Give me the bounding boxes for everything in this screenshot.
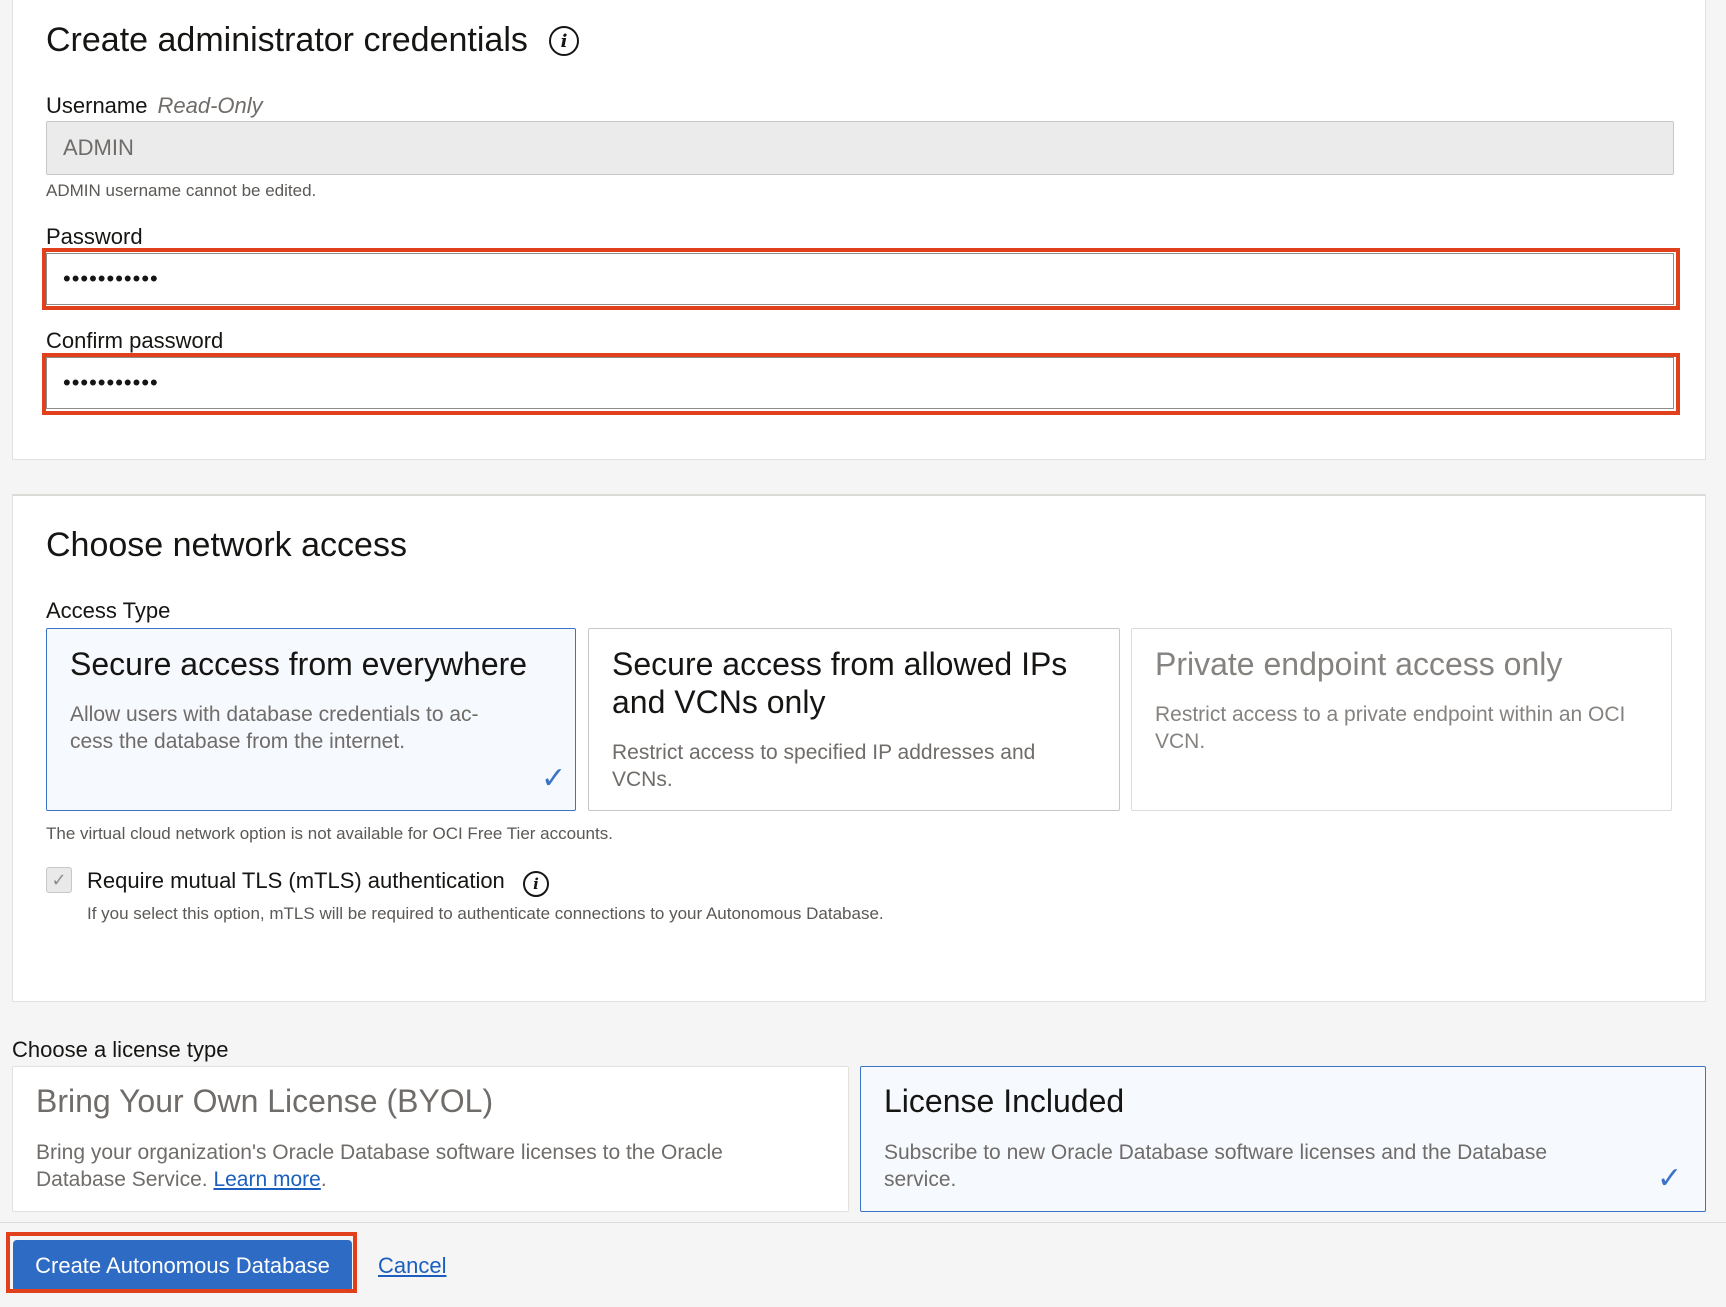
access-type-label: Access Type [46, 598, 171, 623]
admin-credentials-panel: Create administrator credentials i Usern… [12, 0, 1706, 460]
readonly-tag: Read-Only [157, 93, 263, 118]
access-option-description: Restrict access to specified IP addresse… [612, 741, 1036, 791]
checkmark-icon: ✓ [541, 761, 567, 796]
info-icon[interactable]: i [523, 871, 549, 897]
network-access-panel: Choose network access Access Type Secure… [12, 494, 1706, 1002]
access-option-title: Secure access from allowed IPs and VCNs … [612, 646, 1068, 720]
info-icon[interactable]: i [549, 26, 579, 56]
access-option-title: Secure access from everywhere [70, 646, 528, 682]
password-field[interactable] [46, 253, 1674, 305]
license-section-title: Choose a license type [12, 1037, 229, 1062]
password-label: Password [46, 224, 143, 249]
mtls-help-text: If you select this option, mTLS will be … [87, 904, 884, 923]
license-byol-description-text: Bring your organization's Oracle Databas… [36, 1141, 723, 1191]
period: . [320, 1168, 327, 1191]
username-label: Username Read-Only [46, 93, 263, 119]
license-option-description: Bring your organization's Oracle Databas… [36, 1139, 816, 1193]
license-option-title: Bring Your Own License (BYOL) [36, 1083, 494, 1119]
license-option-title: License Included [884, 1083, 1125, 1119]
footer-bar: Create Autonomous Database Cancel [0, 1222, 1726, 1307]
learn-more-link[interactable]: Learn more [213, 1168, 320, 1191]
confirm-password-label: Confirm password [46, 328, 224, 353]
license-option-byol[interactable]: Bring Your Own License (BYOL) Bring your… [12, 1066, 849, 1212]
access-option-everywhere[interactable]: Secure access from everywhere Allow user… [46, 628, 576, 811]
create-autonomous-database-button[interactable]: Create Autonomous Database [13, 1240, 352, 1292]
access-option-description: Allow users with database credentials to… [70, 703, 479, 753]
access-option-title: Private endpoint access only [1155, 646, 1563, 682]
license-option-included[interactable]: License Included Subscribe to new Oracle… [860, 1066, 1706, 1212]
license-option-description: Subscribe to new Oracle Database softwar… [884, 1141, 1548, 1191]
checkmark-icon: ✓ [1657, 1161, 1683, 1196]
mtls-checkbox[interactable]: ✓ [46, 867, 72, 893]
mtls-label: Require mutual TLS (mTLS) authentication [87, 868, 505, 893]
network-section-title: Choose network access [46, 526, 407, 564]
vcn-note: The virtual cloud network option is not … [46, 824, 613, 843]
access-option-allowed-ips[interactable]: Secure access from allowed IPs and VCNs … [588, 628, 1120, 811]
access-option-description: Restrict access to a private endpoint wi… [1155, 703, 1626, 753]
confirm-password-field[interactable] [46, 357, 1674, 409]
admin-section-title: Create administrator credentials [46, 21, 528, 59]
access-option-private-endpoint: Private endpoint access only Restrict ac… [1131, 628, 1672, 811]
username-field [46, 121, 1674, 175]
username-help-text: ADMIN username cannot be edited. [46, 181, 317, 200]
cancel-link[interactable]: Cancel [378, 1253, 446, 1279]
username-label-text: Username [46, 93, 148, 118]
